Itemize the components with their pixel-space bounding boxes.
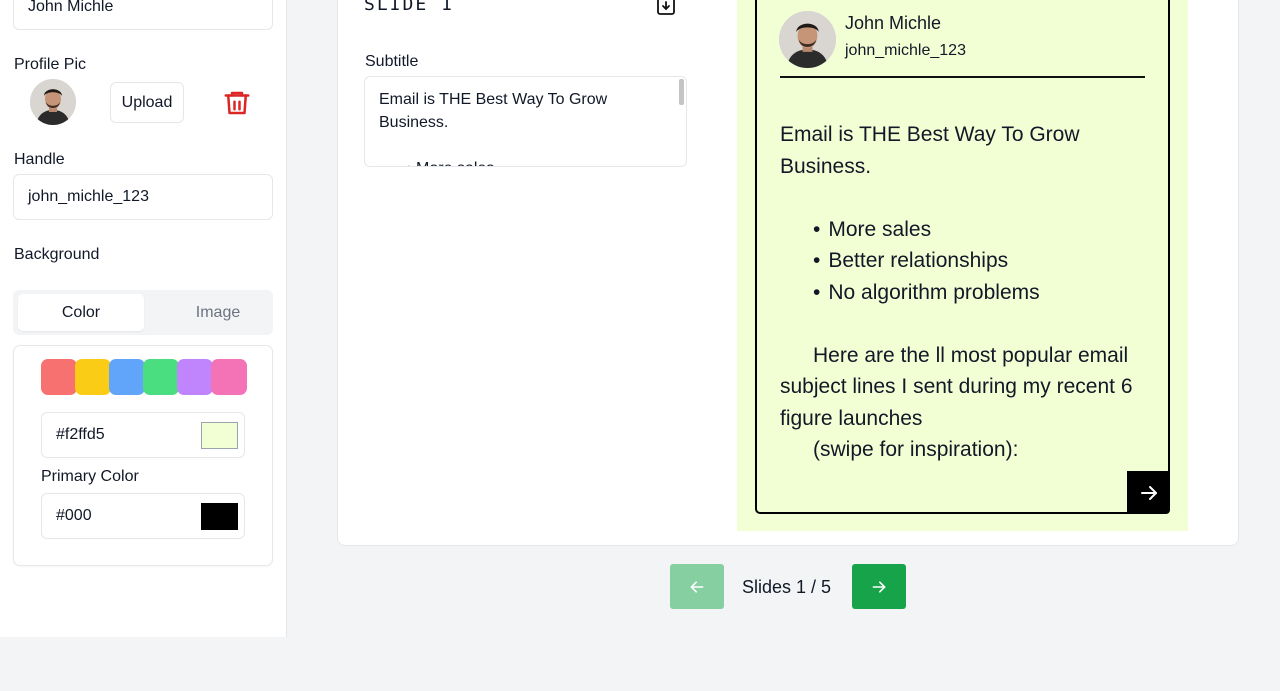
tab-color[interactable]: Color <box>18 294 144 331</box>
arrow-left-icon <box>690 580 704 593</box>
background-color-preview[interactable] <box>201 422 238 449</box>
preview-name: John Michle <box>845 13 942 33</box>
profile-avatar <box>30 79 76 125</box>
swatch-yellow[interactable] <box>75 359 111 395</box>
subtitle-textarea[interactable]: Email is THE Best Way To Grow Business. … <box>364 76 687 167</box>
upload-button-label: Upload <box>121 93 173 111</box>
preview-heading: Email is THE Best Way To Grow Business. <box>780 123 1080 178</box>
primary-color-value: #000 <box>56 507 92 524</box>
name-input[interactable]: John Michle <box>13 0 273 30</box>
background-color-input[interactable]: #f2ffd5 <box>41 412 245 458</box>
slide-title: SLIDE 1 <box>364 0 454 15</box>
subtitle-text: Email is THE Best Way To Grow Business. <box>379 91 608 131</box>
handle-input-value: john_michle_123 <box>28 188 149 205</box>
color-settings-card: #f2ffd5 Primary Color #000 <box>13 345 273 566</box>
preview-next-arrow-icon <box>1127 471 1170 514</box>
profile-pic-label: Profile Pic <box>14 56 87 73</box>
subtitle-bullet: • More sales <box>379 157 672 166</box>
primary-color-input[interactable]: #000 <box>41 493 245 539</box>
swatch-red[interactable] <box>41 359 77 395</box>
settings-sidebar: John Michle Profile Pic Upload Handle jo… <box>0 0 287 637</box>
previous-slide-button[interactable] <box>670 564 724 609</box>
swatch-pink[interactable] <box>211 359 247 395</box>
preview-handle: john_michle_123 <box>845 42 966 59</box>
preview-bullet: Better relationships <box>813 245 1150 277</box>
tab-image[interactable]: Image <box>155 294 281 331</box>
name-input-value: John Michle <box>28 0 114 15</box>
preview-paragraph-tail: (swipe for inspiration): <box>813 438 1019 461</box>
handle-input[interactable]: john_michle_123 <box>13 174 273 220</box>
preview-body: Email is THE Best Way To Grow Business. … <box>780 119 1150 466</box>
preview-bullet: More sales <box>813 214 1150 246</box>
trash-icon[interactable] <box>222 88 252 118</box>
background-tabs: Color Image <box>13 290 273 335</box>
arrow-right-icon <box>872 580 886 593</box>
download-icon[interactable] <box>656 0 676 16</box>
upload-button[interactable]: Upload <box>110 82 184 123</box>
next-slide-button[interactable] <box>852 564 906 609</box>
preview-divider <box>780 76 1145 78</box>
preview-paragraph: Here are the ll most popular email subje… <box>780 343 1133 430</box>
swatch-purple[interactable] <box>177 359 213 395</box>
preview-avatar <box>779 11 836 68</box>
subtitle-label: Subtitle <box>365 53 419 70</box>
background-color-value: #f2ffd5 <box>56 426 105 443</box>
primary-color-label: Primary Color <box>41 468 139 485</box>
background-label: Background <box>14 246 100 263</box>
preview-bullet-list: More sales Better relationships No algor… <box>780 214 1150 309</box>
swatch-blue[interactable] <box>109 359 145 395</box>
slide-counter: Slides 1 / 5 <box>742 577 832 597</box>
swatch-green[interactable] <box>143 359 179 395</box>
preview-bullet: No algorithm problems <box>813 277 1150 309</box>
primary-color-preview[interactable] <box>201 503 238 530</box>
textarea-scrollbar[interactable] <box>679 79 684 105</box>
handle-label: Handle <box>14 151 65 168</box>
